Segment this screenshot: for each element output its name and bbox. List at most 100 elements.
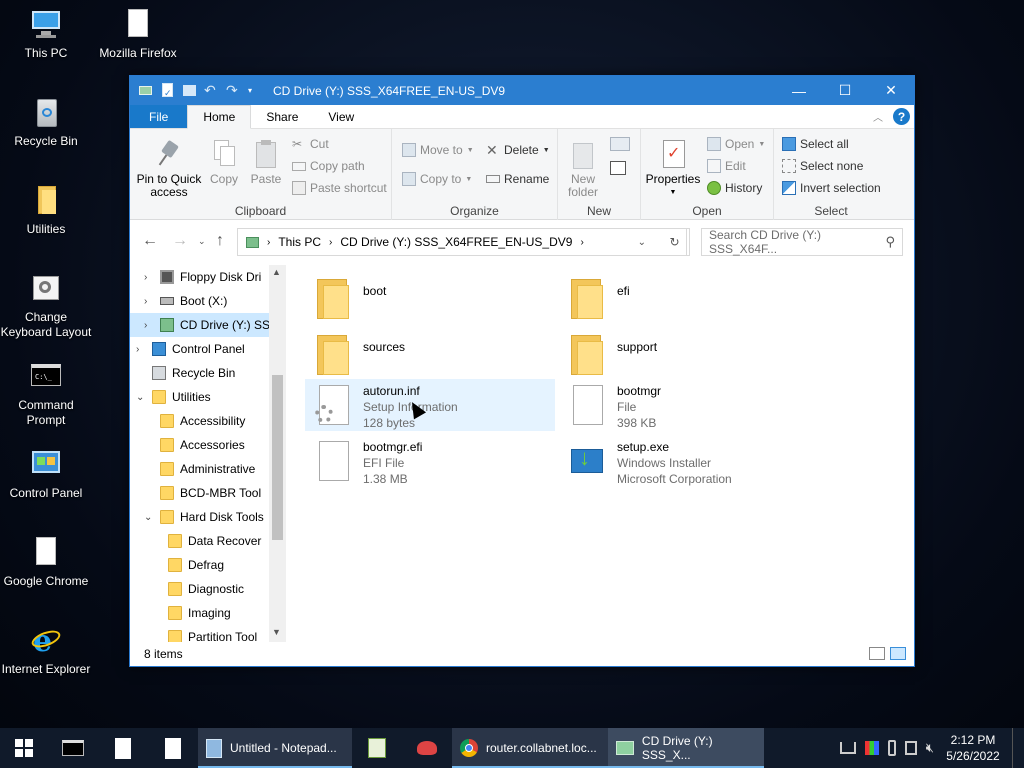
up-button[interactable]: ↑: [216, 232, 224, 250]
nav-item[interactable]: Data Recover: [130, 529, 286, 553]
file-item[interactable]: autorun.inf Setup Information 128 bytes: [305, 379, 555, 431]
copy-to-button[interactable]: Copy to ▼: [402, 172, 472, 186]
history-button[interactable]: History: [707, 181, 762, 195]
search-input[interactable]: Search CD Drive (Y:) SSS_X64F... ⚲: [701, 228, 903, 256]
nav-item[interactable]: BCD-MBR Tool: [130, 481, 286, 505]
file-item[interactable]: bootmgr.efi EFI File 1.38 MB: [305, 435, 555, 487]
open-button[interactable]: Open ▼: [707, 137, 765, 151]
paste-shortcut-button[interactable]: Paste shortcut: [292, 181, 387, 195]
delete-button[interactable]: ✕ Delete ▼: [486, 143, 550, 157]
desktop-icon-this-pc[interactable]: This PC: [0, 8, 92, 61]
customize-qat-icon[interactable]: ▾: [248, 83, 263, 98]
undo-icon[interactable]: ↶: [204, 83, 219, 98]
maximize-button[interactable]: ☐: [822, 76, 868, 105]
copy-path-button[interactable]: Copy path: [292, 159, 365, 173]
properties-qat-icon[interactable]: ✓: [160, 83, 175, 98]
help-button[interactable]: ?: [893, 108, 910, 125]
nav-item[interactable]: Partition Tool: [130, 625, 286, 643]
paste-button[interactable]: Paste: [246, 139, 286, 186]
nav-scrollbar[interactable]: ▲ ▼: [269, 265, 286, 643]
breadcrumb-cd-drive[interactable]: CD Drive (Y:) SSS_X64FREE_EN-US_DV9: [340, 235, 572, 249]
new-folder-button[interactable]: New folder: [562, 139, 604, 199]
start-button[interactable]: [0, 728, 48, 768]
chevron-down-icon[interactable]: ⌄: [136, 392, 144, 403]
recent-locations-button[interactable]: ⌄: [198, 236, 206, 247]
new-folder-qat-icon[interactable]: [182, 83, 197, 98]
desktop-icon-control-panel[interactable]: Control Panel: [0, 448, 92, 501]
edit-button[interactable]: Edit: [707, 159, 746, 173]
nav-item[interactable]: ⌄ Hard Disk Tools: [130, 505, 286, 529]
close-button[interactable]: ✕: [868, 76, 914, 105]
network-icon[interactable]: [839, 742, 856, 754]
desktop-icon-recycle-bin[interactable]: Recycle Bin: [0, 96, 92, 149]
address-bar[interactable]: › This PC › CD Drive (Y:) SSS_X64FREE_EN…: [237, 228, 687, 256]
forward-button[interactable]: →: [172, 232, 188, 250]
chevron-right-icon[interactable]: ›: [136, 344, 139, 355]
monitor-icon[interactable]: [904, 741, 917, 755]
refresh-button[interactable]: ↻: [660, 228, 690, 256]
breadcrumb-this-pc[interactable]: This PC: [278, 235, 321, 249]
desktop-icon-keyboard-layout[interactable]: Change Keyboard Layout: [0, 272, 92, 340]
scroll-down-icon[interactable]: ▼: [272, 627, 281, 637]
select-none-button[interactable]: Select none: [782, 159, 863, 173]
invert-selection-button[interactable]: Invert selection: [782, 181, 881, 195]
chevron-right-icon[interactable]: ›: [144, 272, 147, 283]
desktop-icon-command-prompt[interactable]: C:\_ Command Prompt: [0, 360, 92, 428]
taskbar-app-button[interactable]: [352, 728, 402, 768]
color-icon[interactable]: [864, 741, 879, 755]
chevron-down-icon[interactable]: ⌄: [144, 512, 152, 523]
address-dropdown-icon[interactable]: ⌄: [638, 237, 646, 248]
taskbar-cmd-button[interactable]: [48, 728, 98, 768]
nav-item[interactable]: Accessibility: [130, 409, 286, 433]
nav-item[interactable]: › CD Drive (Y:) SS: [130, 313, 286, 337]
desktop-icon-utilities[interactable]: Utilities: [0, 184, 92, 237]
rename-button[interactable]: Rename: [486, 172, 549, 186]
file-item[interactable]: bootmgr File 398 KB: [559, 379, 809, 431]
select-all-button[interactable]: Select all: [782, 137, 849, 151]
show-desktop-button[interactable]: [1012, 728, 1016, 768]
new-item-icon[interactable]: [610, 137, 630, 151]
pin-to-quick-access-button[interactable]: Pin to Quick access: [136, 139, 202, 199]
nav-item[interactable]: Accessories: [130, 433, 286, 457]
nav-item[interactable]: Administrative: [130, 457, 286, 481]
desktop-icon-internet-explorer[interactable]: e Internet Explorer: [0, 624, 92, 677]
properties-button[interactable]: ✓ Properties ▼: [645, 139, 701, 199]
scroll-up-icon[interactable]: ▲: [272, 267, 281, 277]
desktop-icon-chrome[interactable]: Google Chrome: [0, 536, 92, 589]
taskbar-task-explorer[interactable]: CD Drive (Y:) SSS_X...: [608, 728, 764, 768]
title-bar[interactable]: ✓ ↶ ↷ ▾ CD Drive (Y:) SSS_X64FREE_EN-US_…: [130, 76, 914, 105]
volume-muted-icon[interactable]: 🔇︎: [926, 740, 934, 756]
cut-button[interactable]: ✂ Cut: [292, 137, 329, 151]
file-item[interactable]: sources: [305, 329, 555, 381]
desktop-icon-firefox[interactable]: Mozilla Firefox: [92, 8, 184, 61]
move-to-button[interactable]: Move to ▼: [402, 143, 474, 157]
tab-home[interactable]: Home: [187, 105, 252, 129]
collapse-ribbon-icon[interactable]: ︿: [873, 109, 883, 124]
copy-button[interactable]: Copy: [204, 139, 244, 186]
file-item[interactable]: efi: [559, 273, 809, 325]
nav-item[interactable]: Defrag: [130, 553, 286, 577]
taskbar-file-button[interactable]: [148, 728, 198, 768]
taskbar-app-button[interactable]: [402, 728, 452, 768]
file-item[interactable]: ↓ setup.exe Windows Installer Microsoft Cor…: [559, 435, 809, 487]
nav-item[interactable]: › Control Panel: [130, 337, 286, 361]
clock[interactable]: 2:12 PM 5/26/2022: [943, 732, 1003, 764]
large-icons-view-button[interactable]: [890, 647, 906, 660]
taskbar-task-notepad[interactable]: Untitled - Notepad...: [198, 728, 352, 768]
chevron-right-icon[interactable]: ›: [144, 296, 147, 307]
details-view-button[interactable]: [869, 647, 885, 660]
nav-item[interactable]: ⌄ Utilities: [130, 385, 286, 409]
tab-view[interactable]: View: [313, 105, 369, 128]
nav-item[interactable]: › Boot (X:): [130, 289, 286, 313]
tab-file[interactable]: File: [130, 105, 188, 128]
file-item[interactable]: support: [559, 329, 809, 381]
nav-item[interactable]: Diagnostic: [130, 577, 286, 601]
taskbar-file-button[interactable]: [98, 728, 148, 768]
usb-icon[interactable]: [887, 740, 896, 756]
nav-item[interactable]: Recycle Bin: [130, 361, 286, 385]
tab-share[interactable]: Share: [251, 105, 313, 128]
minimize-button[interactable]: —: [776, 76, 822, 105]
easy-access-icon[interactable]: [610, 161, 626, 175]
file-item[interactable]: boot: [305, 273, 555, 325]
chevron-right-icon[interactable]: ›: [144, 320, 147, 331]
